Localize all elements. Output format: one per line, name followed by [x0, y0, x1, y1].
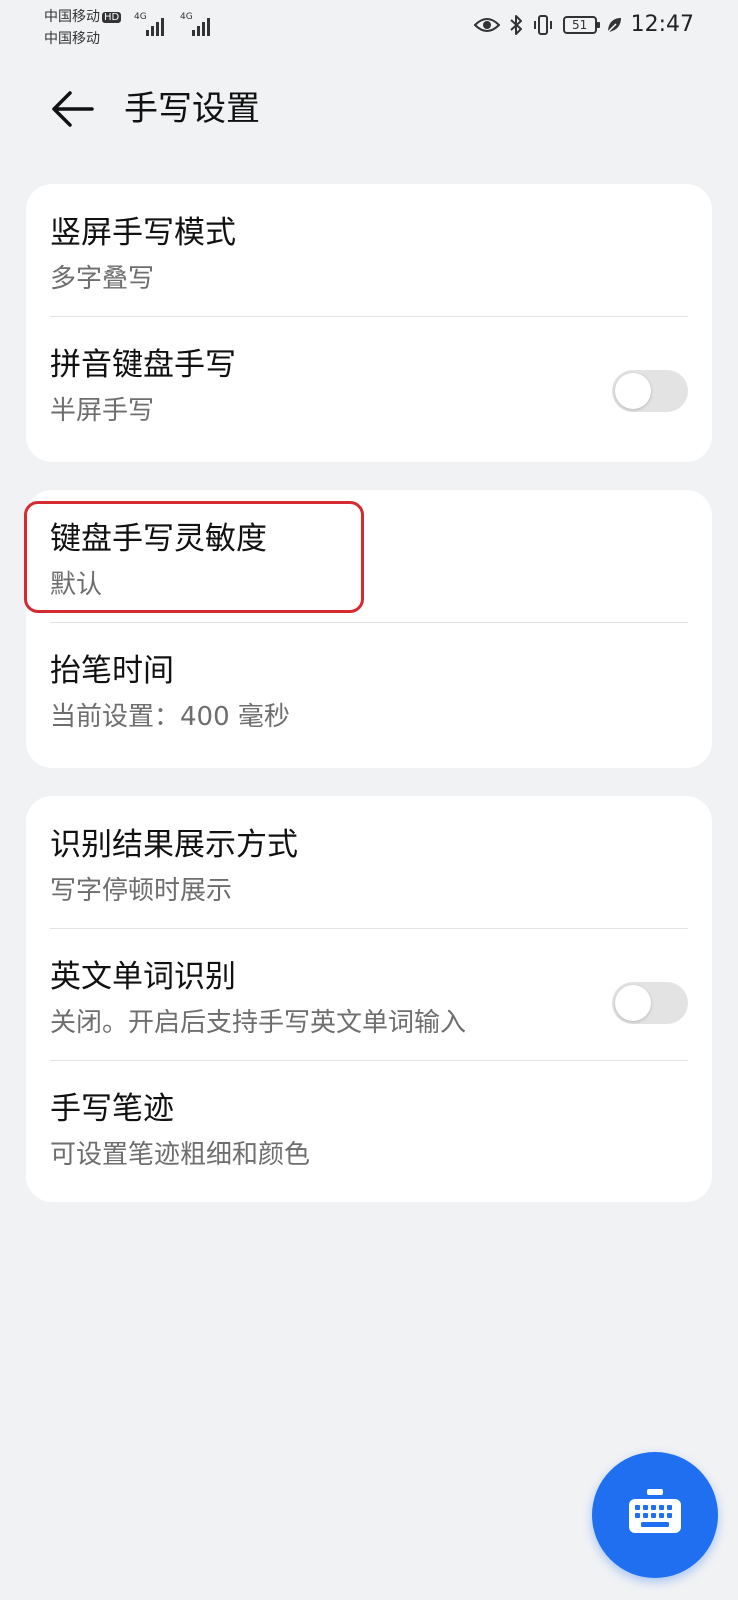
- setting-title: 识别结果展示方式: [50, 827, 298, 863]
- setting-handwriting-stroke[interactable]: 手写笔迹 可设置笔迹粗细和颜色: [26, 1060, 712, 1202]
- leaf-power-saving-icon: [607, 17, 621, 33]
- clock: 12:47: [630, 12, 694, 37]
- signal-2-icon: 4G: [180, 12, 216, 36]
- setting-subtitle: 关闭。开启后支持手写英文单词输入: [50, 1008, 467, 1038]
- setting-subtitle: 多字叠写: [50, 264, 155, 294]
- network-type-2: 4G: [180, 12, 193, 22]
- setting-pinyin-keyboard-handwriting[interactable]: 拼音键盘手写 半屏手写: [26, 316, 712, 462]
- page-title: 手写设置: [124, 89, 260, 129]
- bluetooth-icon: [509, 14, 522, 35]
- settings-group-1: 竖屏手写模式 多字叠写 拼音键盘手写 半屏手写: [26, 184, 712, 462]
- setting-title: 竖屏手写模式: [50, 215, 236, 251]
- status-right: 51 12:47: [473, 12, 694, 37]
- setting-subtitle: 半屏手写: [50, 396, 155, 426]
- hd-badge: HD: [102, 12, 122, 23]
- setting-title: 英文单词识别: [50, 959, 236, 995]
- battery-icon: 51: [562, 15, 600, 34]
- setting-title: 键盘手写灵敏度: [50, 521, 267, 557]
- english-word-recognition-toggle[interactable]: [612, 982, 688, 1024]
- setting-recognition-display-mode[interactable]: 识别结果展示方式 写字停顿时展示: [26, 796, 712, 928]
- setting-title: 拼音键盘手写: [50, 347, 236, 383]
- network-type-1: 4G: [134, 12, 147, 22]
- toggle-knob: [615, 373, 651, 409]
- carrier-1-label: 中国移动: [44, 9, 100, 25]
- setting-english-word-recognition[interactable]: 英文单词识别 关闭。开启后支持手写英文单词输入: [26, 928, 712, 1060]
- back-arrow-icon: [52, 91, 94, 127]
- carrier-1: 中国移动 HD: [44, 6, 122, 26]
- setting-title: 抬笔时间: [50, 653, 174, 689]
- vibrate-icon: [533, 14, 552, 35]
- setting-portrait-handwriting-mode[interactable]: 竖屏手写模式 多字叠写: [26, 184, 712, 316]
- carrier-2: 中国移动: [44, 31, 100, 47]
- setting-subtitle: 当前设置：400 毫秒: [50, 702, 290, 732]
- setting-subtitle: 可设置笔迹粗细和颜色: [50, 1140, 311, 1170]
- setting-title: 手写笔迹: [50, 1091, 174, 1127]
- setting-handwriting-sensitivity[interactable]: 键盘手写灵敏度 默认: [26, 490, 712, 622]
- keyboard-icon: [629, 1489, 681, 1533]
- signal-1-icon: 4G: [134, 12, 170, 36]
- status-bar: 中国移动 HD 中国移动 4G 4G 51 12:47: [0, 0, 738, 60]
- settings-group-3: 识别结果展示方式 写字停顿时展示 英文单词识别 关闭。开启后支持手写英文单词输入…: [26, 796, 712, 1202]
- toggle-knob: [615, 985, 651, 1021]
- back-button[interactable]: [48, 86, 96, 132]
- eye-comfort-icon: [473, 17, 500, 32]
- signal-indicators: 4G 4G: [134, 12, 216, 36]
- setting-pen-lift-time[interactable]: 抬笔时间 当前设置：400 毫秒: [26, 622, 712, 768]
- floating-keyboard-button[interactable]: [592, 1452, 718, 1578]
- settings-group-2: 键盘手写灵敏度 默认 抬笔时间 当前设置：400 毫秒: [26, 490, 712, 768]
- setting-subtitle: 写字停顿时展示: [50, 876, 233, 906]
- pinyin-handwriting-toggle[interactable]: [612, 370, 688, 412]
- setting-subtitle: 默认: [50, 570, 103, 600]
